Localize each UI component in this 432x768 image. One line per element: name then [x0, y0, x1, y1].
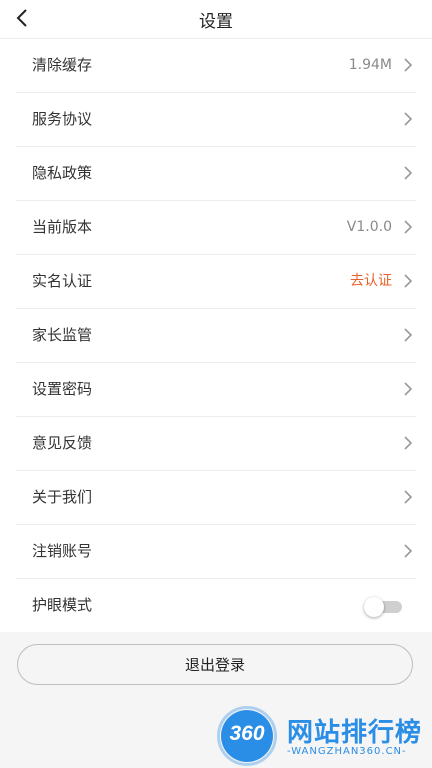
about-us-row[interactable]: 关于我们	[16, 471, 416, 525]
row-label: 关于我们	[32, 488, 93, 506]
row-label: 清除缓存	[32, 56, 93, 74]
current-version-row[interactable]: 当前版本 V1.0.0	[16, 201, 416, 255]
row-label: 隐私政策	[32, 164, 93, 182]
real-name-verification-row[interactable]: 实名认证 去认证	[16, 255, 416, 309]
chevron-right-icon	[404, 382, 413, 396]
service-agreement-row[interactable]: 服务协议	[16, 93, 416, 147]
row-label: 实名认证	[32, 272, 93, 290]
logout-button[interactable]: 退出登录	[17, 644, 413, 685]
logo-url: -WANGZHAN360.CN-	[287, 746, 407, 757]
version-value: V1.0.0	[346, 219, 392, 235]
chevron-right-icon	[404, 58, 413, 72]
chevron-right-icon	[404, 436, 413, 450]
clear-cache-row[interactable]: 清除缓存 1.94M	[16, 39, 416, 93]
row-label: 当前版本	[32, 218, 93, 236]
logo-name: 网站排行榜	[287, 718, 423, 748]
chevron-right-icon	[404, 220, 413, 234]
parental-control-row[interactable]: 家长监管	[16, 309, 416, 363]
chevron-right-icon	[404, 490, 413, 504]
chevron-right-icon	[404, 166, 413, 180]
feedback-row[interactable]: 意见反馈	[16, 417, 416, 471]
privacy-policy-row[interactable]: 隐私政策	[16, 147, 416, 201]
toggle-knob	[364, 597, 384, 617]
row-label: 设置密码	[32, 380, 93, 398]
set-password-row[interactable]: 设置密码	[16, 363, 416, 417]
top-bar: 设置	[0, 0, 432, 39]
chevron-right-icon	[404, 328, 413, 342]
delete-account-row[interactable]: 注销账号	[16, 525, 416, 579]
verify-status-value: 去认证	[350, 273, 392, 289]
logo-circle: 360	[221, 710, 273, 762]
page-title: 设置	[199, 12, 233, 32]
cache-size-value: 1.94M	[348, 57, 392, 73]
watermark-logo: 360 网站排行榜 -WANGZHAN360.CN-	[215, 702, 432, 768]
row-label: 注销账号	[32, 542, 93, 560]
row-label: 家长监管	[32, 326, 93, 344]
settings-list: 清除缓存 1.94M 服务协议 隐私政策 当前版本 V1.0.0 实名认证 去认…	[0, 39, 432, 632]
chevron-right-icon	[404, 274, 413, 288]
row-label: 服务协议	[32, 110, 93, 128]
eye-care-mode-row: 护眼模式	[16, 579, 416, 632]
chevron-right-icon	[404, 112, 413, 126]
chevron-right-icon	[404, 544, 413, 558]
eye-care-toggle[interactable]	[364, 597, 402, 617]
row-label: 护眼模式	[32, 596, 93, 614]
logo-number: 360	[229, 722, 265, 745]
row-label: 意见反馈	[32, 434, 93, 452]
